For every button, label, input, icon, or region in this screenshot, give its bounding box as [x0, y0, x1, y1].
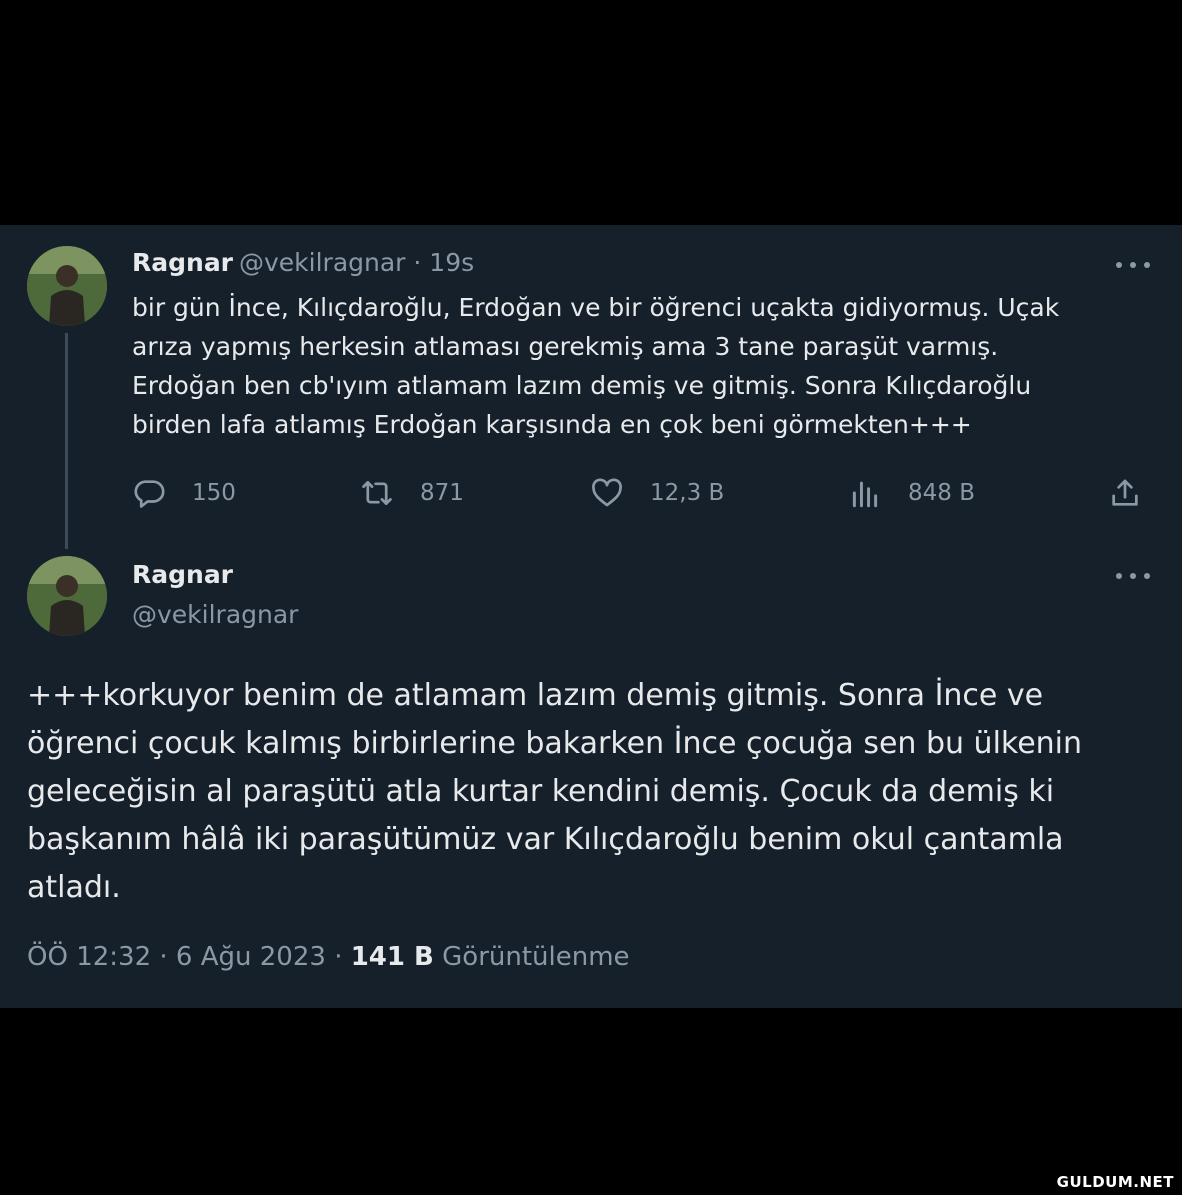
tweet-text-line: Erdoğan ben cb'ıyım atlamam lazım demiş … — [132, 371, 1032, 400]
views-button[interactable]: 848 B — [848, 474, 975, 512]
like-icon — [592, 478, 622, 507]
avatar[interactable] — [27, 556, 107, 636]
retweet-button[interactable]: 871 — [360, 474, 464, 512]
author-name[interactable]: Ragnar — [132, 248, 233, 277]
retweet-count: 871 — [420, 480, 464, 506]
tweet-text-line: birden lafa atlamış Erdoğan karşısında e… — [132, 410, 972, 439]
tweet-text: bir gün İnce, Kılıçdaroğlu, Erdoğan ve b… — [132, 288, 1152, 444]
thread-connector-line — [65, 333, 68, 549]
tweet-text-line: arıza yapmış herkesin atlaması gerekmiş … — [132, 332, 999, 361]
views-total[interactable]: 141 B — [351, 942, 434, 972]
author-handle-time[interactable]: @vekilragnar · 19s — [239, 248, 474, 277]
views-count: 848 B — [908, 480, 975, 506]
more-icon[interactable] — [1116, 571, 1150, 581]
reply-icon — [134, 480, 165, 508]
watermark: GULDUM.NET — [1056, 1173, 1174, 1191]
like-count: 12,3 B — [650, 480, 725, 506]
views-icon — [852, 481, 878, 508]
tweet-text-line: +++korkuyor benim de atlamam lazım demiş… — [27, 678, 1044, 713]
retweet-icon — [362, 481, 392, 505]
more-icon[interactable] — [1116, 260, 1150, 270]
reply-count: 150 — [192, 480, 236, 506]
tweet-text: +++korkuyor benim de atlamam lazım demiş… — [27, 672, 1157, 912]
share-button[interactable] — [1108, 474, 1168, 512]
tweet-actions: 150 871 12,3 B 848 B — [132, 474, 1152, 512]
tweet-text-line: bir gün İnce, Kılıçdaroğlu, Erdoğan ve b… — [132, 293, 1060, 322]
reply-button[interactable]: 150 — [132, 474, 236, 512]
tweet-text-line: geleceğisin al paraşütü atla kurtar kend… — [27, 774, 1055, 809]
like-button[interactable]: 12,3 B — [590, 474, 724, 512]
views-label: Görüntülenme — [433, 942, 630, 972]
author-name[interactable]: Ragnar — [132, 560, 233, 589]
tweet-text-line: başkanım hâlâ iki paraşütümüz var Kılıçd… — [27, 822, 1064, 857]
tweet-text-line: öğrenci çocuk kalmış birbirlerine bakark… — [27, 726, 1083, 761]
tweet-timestamp[interactable]: ÖÖ 12:32 · 6 Ağu 2023 · — [27, 942, 351, 972]
tweet-timestamp-views: ÖÖ 12:32 · 6 Ağu 2023 · 141 B Görüntülen… — [27, 942, 630, 972]
share-icon — [1112, 479, 1138, 506]
tweet-text-line: atladı. — [27, 870, 121, 905]
author-handle[interactable]: @vekilragnar — [132, 600, 298, 629]
avatar[interactable] — [27, 246, 107, 326]
